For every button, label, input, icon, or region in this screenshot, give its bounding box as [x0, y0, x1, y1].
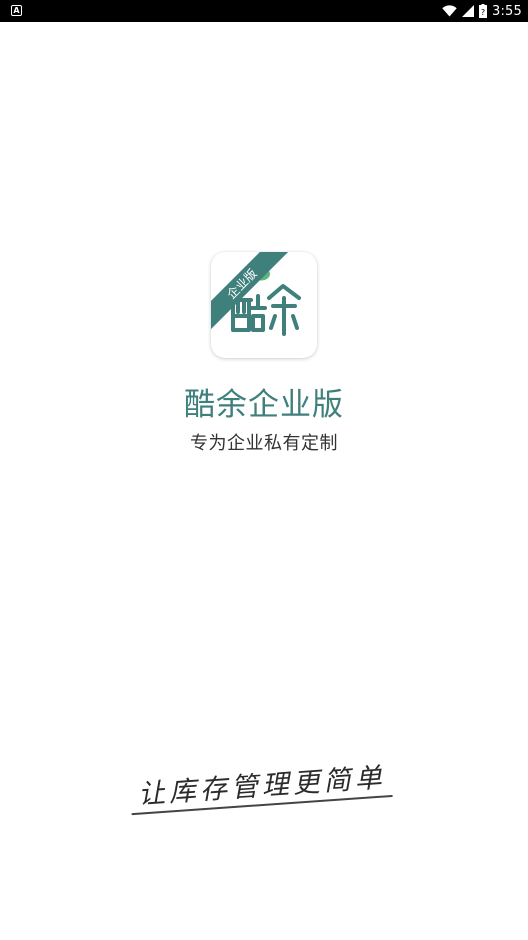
- svg-text:?: ?: [481, 8, 485, 17]
- splash-screen: A ? 3:55 企业版 酷余企业版 专为企业私有定制 让库存管理更简单: [0, 0, 528, 940]
- status-time: 3:55: [492, 3, 522, 19]
- app-name: 酷余企业版: [184, 387, 344, 423]
- status-right-group: ? 3:55: [442, 0, 522, 22]
- battery-icon: ?: [479, 4, 487, 18]
- status-bar: A ? 3:55: [0, 0, 528, 22]
- notification-a-icon: A: [11, 5, 22, 16]
- app-tagline: 专为企业私有定制: [190, 433, 338, 454]
- wifi-icon: [442, 5, 457, 17]
- app-icon: 企业版: [211, 252, 317, 358]
- slogan: 让库存管理更简单: [126, 751, 397, 828]
- signal-icon: [462, 5, 474, 17]
